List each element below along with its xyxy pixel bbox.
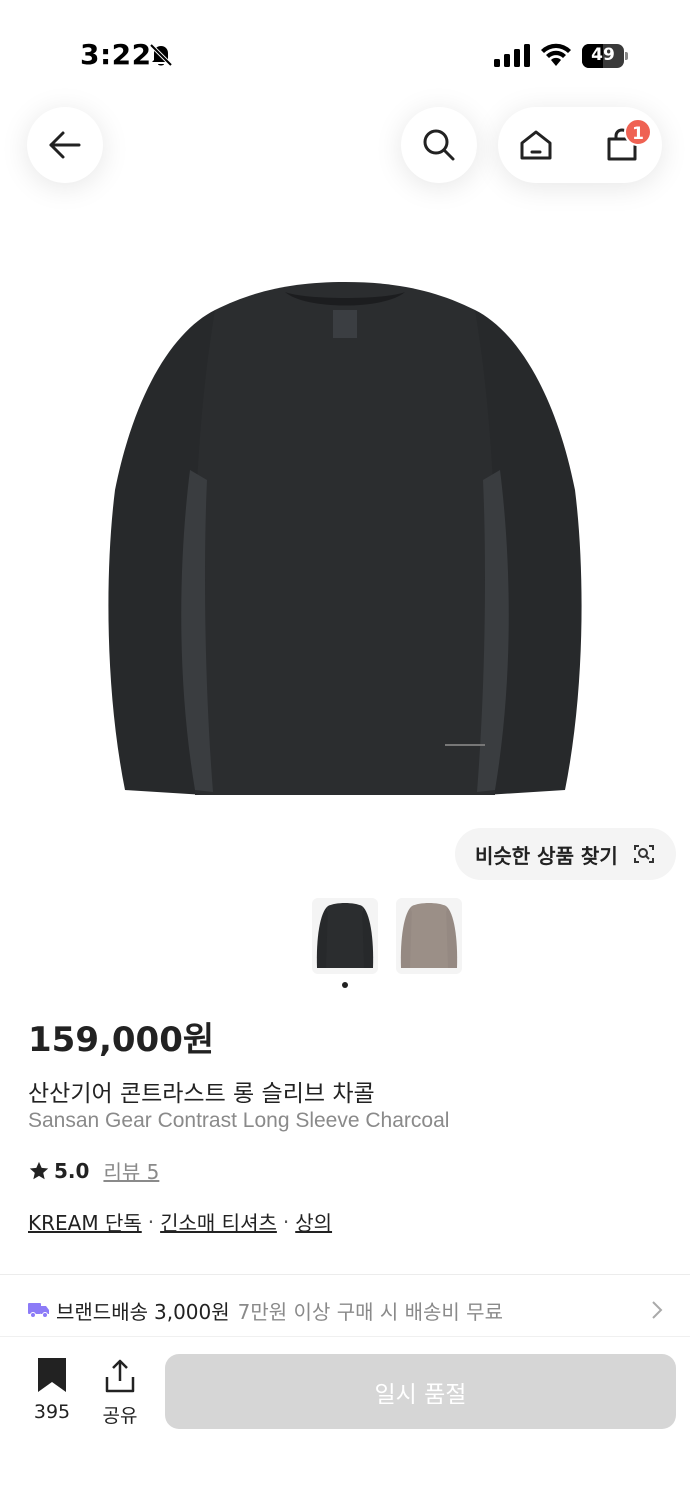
find-similar-button[interactable]: 비슷한 상품 찾기 (455, 828, 676, 880)
review-link[interactable]: 리뷰 5 (103, 1156, 159, 1185)
battery-percent: 49 (591, 45, 615, 65)
sold-out-label: 일시 품절 (374, 1381, 467, 1408)
tag-separator: · (282, 1209, 290, 1234)
carousel-dot-active (342, 982, 348, 988)
lens-scan-icon (634, 845, 654, 863)
star-icon (29, 1161, 49, 1179)
arrow-left-icon (49, 131, 81, 159)
thumbnail-taupe-image (400, 903, 458, 968)
product-price: 159,000원 (28, 1020, 215, 1060)
shipping-label: 브랜드배송 (56, 1299, 148, 1324)
shipping-info-row[interactable]: 브랜드배송 3,000원 7만원 이상 구매 시 배송비 무료 (28, 1295, 668, 1325)
bottom-action-bar: 395 공유 일시 품절 (0, 1336, 690, 1500)
search-icon (423, 129, 455, 161)
share-label: 공유 (102, 1405, 138, 1427)
cellular-signal-icon (494, 44, 530, 67)
home-cart-group: 1 (498, 107, 662, 183)
shipping-note: 7만원 이상 구매 시 배송비 무료 (237, 1299, 503, 1324)
bookmark-button[interactable]: 395 (28, 1357, 76, 1427)
tag-tops[interactable]: 상의 (295, 1207, 332, 1236)
find-similar-label: 비슷한 상품 찾기 (475, 843, 618, 868)
truck-icon (28, 1303, 49, 1318)
status-time: 3:22 (80, 38, 152, 71)
cart-count-badge: 1 (624, 118, 652, 146)
thumbnail-charcoal[interactable] (312, 898, 378, 974)
category-tags: KREAM 단독 · 긴소매 티셔츠 · 상의 (28, 1207, 332, 1236)
home-button[interactable] (512, 121, 560, 169)
bookmark-count: 395 (33, 1401, 71, 1423)
rating-row: 5.0 리뷰 5 (28, 1156, 159, 1185)
share-button[interactable]: 공유 (96, 1357, 144, 1427)
chevron-right-icon (652, 1301, 663, 1319)
product-title-ko: 산산기어 콘트라스트 롱 슬리브 차콜 (28, 1081, 375, 1107)
bell-off-icon (149, 43, 173, 67)
search-button[interactable] (401, 107, 477, 183)
thumbnail-charcoal-image (316, 903, 374, 968)
product-image[interactable] (95, 270, 595, 810)
battery-indicator: 49 (582, 44, 628, 68)
home-icon (520, 130, 552, 160)
rating-value: 5.0 (54, 1158, 90, 1183)
product-title-en: Sansan Gear Contrast Long Sleeve Charcoa… (28, 1109, 450, 1132)
bookmark-icon (38, 1358, 66, 1392)
tag-kream-exclusive[interactable]: KREAM 단독 (28, 1207, 142, 1236)
sold-out-button[interactable]: 일시 품절 (165, 1354, 676, 1429)
share-icon (105, 1359, 135, 1393)
section-divider (0, 1274, 690, 1275)
shipping-price: 3,000원 (154, 1299, 230, 1324)
thumbnail-taupe[interactable] (396, 898, 462, 974)
status-bar: 3:22 49 (0, 0, 690, 110)
tag-separator: · (147, 1209, 155, 1234)
wifi-icon (541, 43, 571, 66)
back-button[interactable] (27, 107, 103, 183)
tag-long-sleeve-tshirt[interactable]: 긴소매 티셔츠 (160, 1207, 277, 1236)
